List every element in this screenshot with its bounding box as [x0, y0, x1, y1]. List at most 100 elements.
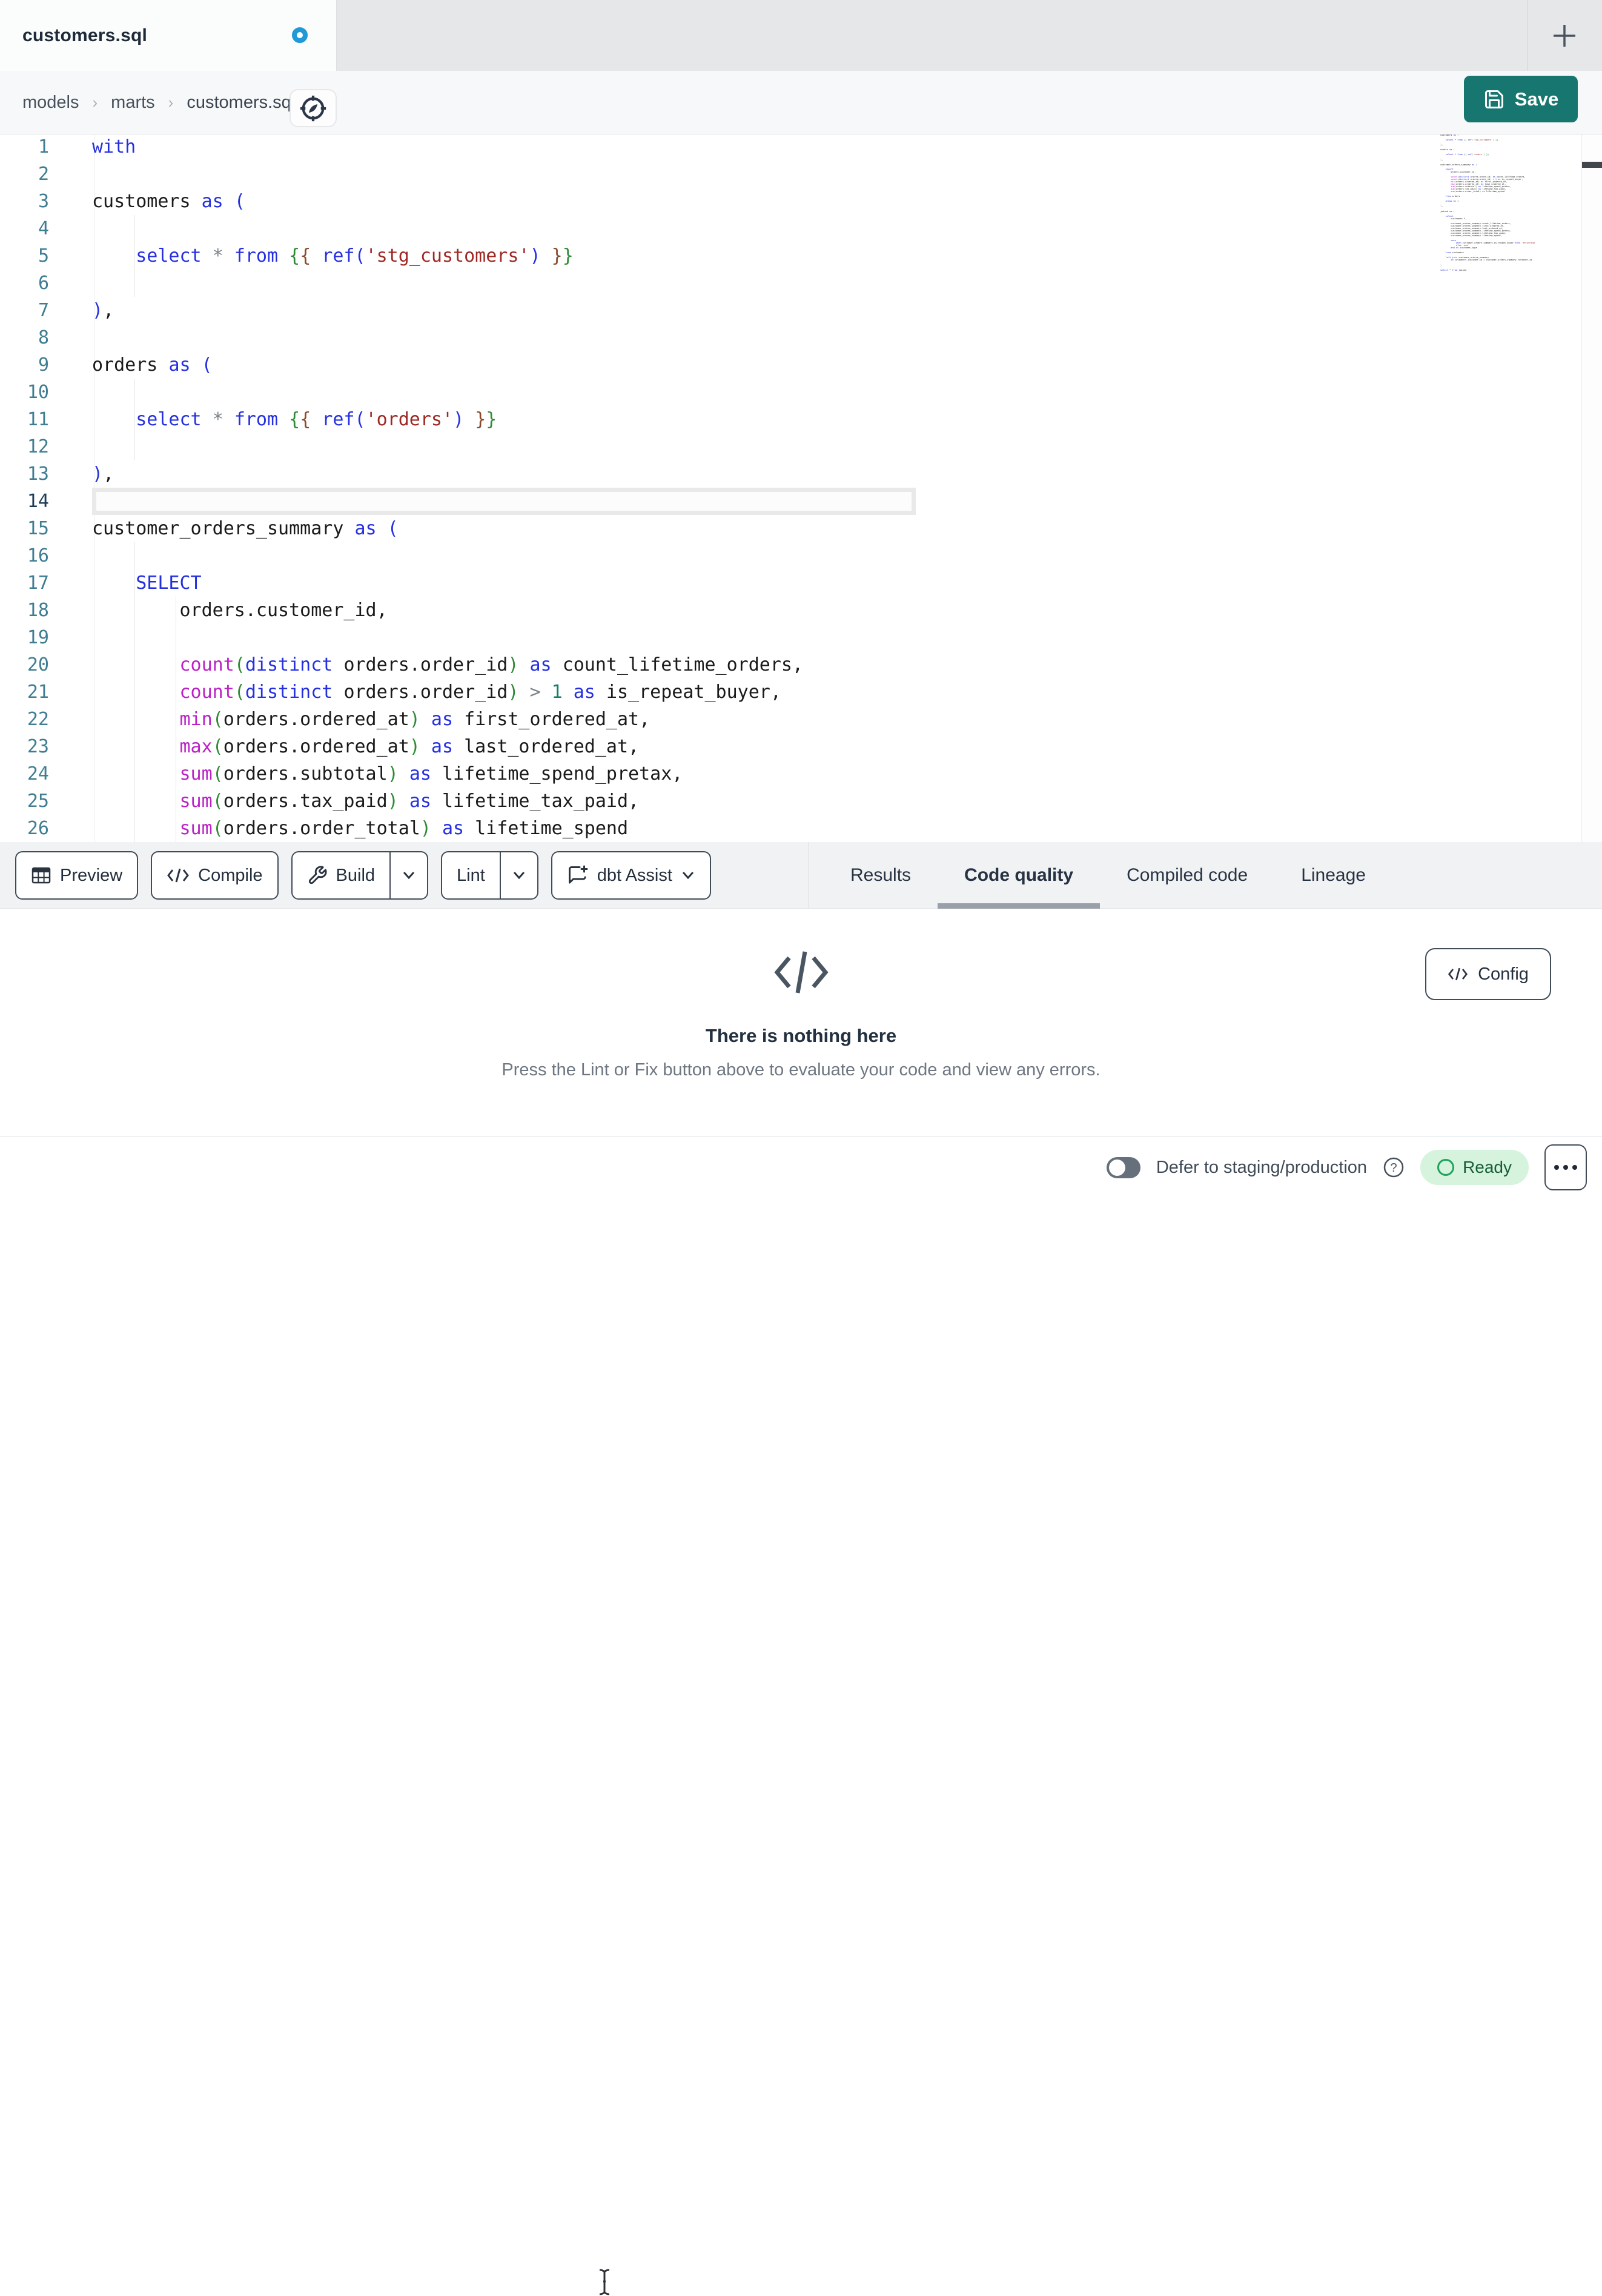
ellipsis-icon: [1554, 1165, 1559, 1170]
code-brackets-icon: [167, 868, 190, 883]
toggle-knob: [1108, 1159, 1125, 1176]
code-line: sum(orders.subtotal) as lifetime_spend_p…: [179, 763, 683, 785]
code-line: orders as (: [92, 354, 213, 376]
tab-lineage[interactable]: Lineage: [1274, 842, 1392, 909]
code-editor[interactable]: 1 2 3 4 5 6 7 8 9 10 11 12 13 14 15 16 17 18 19 20 21 22 23 24 2…: [0, 134, 1602, 842]
build-dropdown-toggle[interactable]: [389, 852, 427, 898]
status-ring-icon: [1437, 1159, 1455, 1176]
plus-icon: [1554, 25, 1575, 47]
pane-divider: [808, 842, 809, 909]
build-button[interactable]: Build: [291, 851, 429, 900]
save-floppy-icon: [1484, 90, 1503, 108]
toolbar-button-group: Preview Compile Build Lint dbt Assist: [15, 851, 711, 900]
help-icon[interactable]: ?: [1383, 1156, 1405, 1178]
unsaved-changes-dot-icon: [292, 27, 308, 43]
assist-chat-sparkle-icon: [568, 865, 588, 884]
save-button-label: Save: [1514, 88, 1559, 110]
breadcrumb-row: models › marts › customers.sql Save: [0, 71, 1602, 134]
status-bar-right: Defer to staging/production ? Ready: [1106, 1136, 1587, 1198]
config-button-label: Config: [1478, 964, 1529, 984]
code-line: min(orders.ordered_at) as first_ordered_…: [179, 709, 650, 730]
svg-text:?: ?: [1391, 1161, 1397, 1175]
code-line: max(orders.ordered_at) as last_ordered_a…: [179, 736, 640, 757]
text-cursor-pointer: [599, 2269, 610, 2295]
table-icon: [31, 867, 51, 884]
breadcrumb-separator: ›: [92, 93, 98, 111]
code-brackets-large-icon: [773, 951, 829, 994]
dbt-assist-button[interactable]: dbt Assist: [551, 851, 711, 900]
tab-bar-divider: [1527, 0, 1528, 71]
code-line: count(distinct orders.order_id) > 1 as i…: [179, 682, 781, 703]
code-quality-panel: There is nothing here Press the Lint or …: [0, 909, 1602, 1136]
breadcrumb-models[interactable]: models: [22, 93, 79, 113]
line-number-gutter: 1 2 3 4 5 6 7 8 9 10 11 12 13 14 15 16 17 18 19 20 21 22 23 24 2…: [27, 136, 49, 839]
tab-results[interactable]: Results: [824, 842, 938, 909]
breadcrumb-file[interactable]: customers.sql: [187, 93, 295, 113]
connection-status-badge[interactable]: Ready: [1420, 1150, 1529, 1185]
empty-state-subtitle: Press the Lint or Fix button above to ev…: [501, 1060, 1101, 1080]
compass-icon: [300, 95, 326, 121]
lint-button-label: Lint: [457, 865, 485, 885]
code-brackets-icon: [1448, 967, 1468, 981]
dbt-assist-button-label: dbt Assist: [597, 865, 672, 885]
new-tab-button[interactable]: [1545, 16, 1584, 55]
chevron-down-icon: [403, 872, 415, 880]
scrollbar-active-line-marker: [1582, 162, 1602, 168]
tab-bar: customers.sql: [0, 0, 1602, 71]
defer-label: Defer to staging/production: [1156, 1157, 1368, 1177]
tab-code-quality[interactable]: Code quality: [938, 842, 1101, 909]
code-line: with: [92, 136, 136, 158]
lint-dropdown-toggle[interactable]: [499, 852, 537, 898]
minimap[interactable]: with customers as ( select * from {{ ref…: [1440, 134, 1581, 271]
breadcrumb: models › marts › customers.sql: [22, 71, 295, 134]
breadcrumb-marts[interactable]: marts: [111, 93, 155, 113]
status-badge-label: Ready: [1463, 1158, 1512, 1176]
editor-scrollbar[interactable]: [1581, 134, 1602, 842]
chevron-down-icon: [682, 872, 694, 880]
compile-button[interactable]: Compile: [151, 851, 279, 900]
code-line: ),: [92, 463, 114, 485]
file-tab-customers-sql[interactable]: customers.sql: [0, 0, 337, 71]
wrench-icon: [308, 866, 327, 884]
preview-button-label: Preview: [60, 865, 123, 885]
code-line: orders.customer_id,: [179, 600, 388, 621]
code-line: SELECT: [136, 572, 202, 594]
empty-state: There is nothing here Press the Lint or …: [0, 909, 1602, 1080]
code-line: count(distinct orders.order_id) as count…: [179, 654, 804, 675]
status-bar: Defer to staging/production ? Ready: [0, 1136, 1602, 2295]
code-line: sum(orders.order_total) as lifetime_spen…: [179, 818, 629, 839]
editor-toolbar: Preview Compile Build Lint dbt Assist Re…: [0, 842, 1602, 909]
defer-toggle[interactable]: [1106, 1156, 1140, 1178]
breadcrumb-separator: ›: [168, 93, 174, 111]
code-line: customers as (: [92, 191, 245, 212]
code-line: sum(orders.tax_paid) as lifetime_tax_pai…: [179, 791, 640, 812]
chevron-down-icon: [513, 872, 525, 880]
code-line: select * from {{ ref('orders') }}: [136, 409, 497, 430]
lint-button[interactable]: Lint: [441, 851, 538, 900]
code-line: select * from {{ ref('stg_customers') }}: [136, 245, 574, 267]
file-tab-title: customers.sql: [22, 25, 148, 45]
more-options-button[interactable]: [1544, 1144, 1587, 1190]
dbt-ide-window: customers.sql models › marts › customers…: [0, 0, 1602, 2295]
code-line: ),: [92, 300, 114, 321]
code-line: customer_orders_summary as (: [92, 518, 399, 539]
save-button[interactable]: Save: [1464, 76, 1578, 122]
config-button[interactable]: Config: [1425, 948, 1551, 1000]
explore-lineage-button[interactable]: [290, 89, 337, 127]
compile-button-label: Compile: [198, 865, 263, 885]
tab-compiled-code[interactable]: Compiled code: [1100, 842, 1274, 909]
empty-state-title: There is nothing here: [705, 1025, 897, 1046]
code-content[interactable]: with customers as ( select * from {{ ref(…: [92, 134, 803, 842]
results-tab-bar: Results Code quality Compiled code Linea…: [824, 842, 1392, 909]
build-button-label: Build: [336, 865, 376, 885]
preview-button[interactable]: Preview: [15, 851, 139, 900]
